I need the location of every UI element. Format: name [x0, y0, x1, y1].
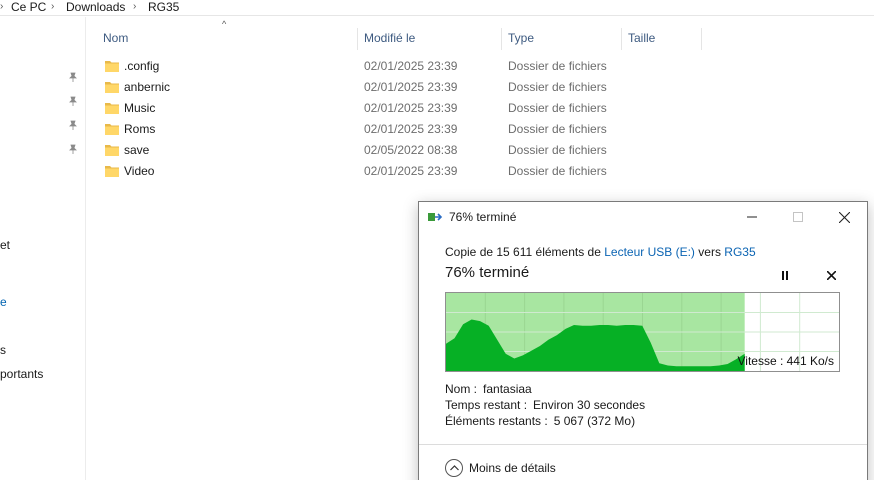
file-row[interactable]: anbernic 02/01/2025 23:39 Dossier de fichi…: [100, 77, 620, 98]
pin-icon[interactable]: [68, 96, 78, 106]
file-row[interactable]: Music 02/01/2025 23:39 Dossier de fichiers: [100, 98, 620, 119]
less-details-label: Moins de détails: [469, 461, 556, 475]
close-icon: [838, 211, 850, 223]
file-name: Roms: [124, 122, 156, 136]
pin-icon[interactable]: [68, 72, 78, 82]
breadcrumb-separator: ›: [133, 1, 137, 12]
breadcrumb-item-rg35[interactable]: RG35: [148, 0, 179, 14]
file-name: anbernic: [124, 80, 171, 94]
file-type: Dossier de fichiers: [508, 59, 607, 73]
column-header-name[interactable]: Nom: [97, 28, 358, 50]
current-item-row: Nom : fantasiaa: [445, 382, 532, 396]
nav-item[interactable]: s: [0, 343, 6, 357]
item-name-value: fantasiaa: [483, 382, 532, 396]
file-name: Video: [124, 164, 155, 178]
less-details-button[interactable]: Moins de détails: [445, 457, 556, 479]
time-remaining-value: Environ 30 secondes: [533, 398, 646, 412]
cancel-icon: [826, 270, 836, 280]
file-name: save: [124, 143, 150, 157]
file-modified: 02/01/2025 23:39: [364, 80, 458, 94]
minimize-button[interactable]: [729, 202, 775, 232]
column-header-modified[interactable]: Modifié le: [358, 28, 502, 50]
progress-heading: 76% terminé: [445, 264, 530, 281]
nav-item[interactable]: et: [0, 238, 10, 252]
dialog-footer: Moins de détails: [419, 444, 867, 480]
destination-link[interactable]: RG35: [724, 245, 755, 259]
pin-icon[interactable]: [68, 144, 78, 154]
file-type: Dossier de fichiers: [508, 143, 607, 157]
minimize-icon: [747, 216, 757, 218]
folder-icon: [105, 145, 119, 156]
file-type: Dossier de fichiers: [508, 80, 607, 94]
file-row[interactable]: Video 02/01/2025 23:39 Dossier de fichiers: [100, 161, 620, 182]
file-row[interactable]: Roms 02/01/2025 23:39 Dossier de fichiers: [100, 119, 620, 140]
time-remaining-label: Temps restant :: [445, 398, 528, 412]
folder-icon: [105, 124, 119, 135]
folder-icon: [105, 82, 119, 93]
breadcrumb-item-this-pc[interactable]: Ce PC: [11, 0, 46, 14]
file-row[interactable]: .config 02/01/2025 23:39 Dossier de fichie…: [100, 56, 620, 77]
file-modified: 02/05/2022 08:38: [364, 143, 458, 157]
items-remaining-value: 5 067 (372 Mo): [553, 414, 636, 428]
time-remaining-row: Temps restant : Environ 30 secondes: [445, 398, 645, 412]
copy-summary: Copie de 15 611 éléments de Lecteur USB …: [445, 245, 756, 259]
column-header-size[interactable]: Taille: [622, 28, 702, 50]
copy-summary-mid: vers: [698, 245, 721, 259]
nav-item[interactable]: portants: [0, 367, 43, 381]
maximize-button: [775, 202, 821, 232]
file-name: .config: [124, 59, 160, 73]
copy-transfer-icon: [428, 213, 443, 221]
file-modified: 02/01/2025 23:39: [364, 59, 458, 73]
file-type: Dossier de fichiers: [508, 164, 607, 178]
file-type: Dossier de fichiers: [508, 122, 607, 136]
breadcrumb-separator: ›: [51, 1, 55, 12]
speed-label: Vitesse : 441 Ko/s: [737, 354, 834, 368]
folder-icon: [105, 103, 119, 114]
file-name: Music: [124, 101, 156, 115]
cancel-copy-button[interactable]: [821, 265, 841, 285]
file-modified: 02/01/2025 23:39: [364, 122, 458, 136]
file-type: Dossier de fichiers: [508, 101, 607, 115]
close-button[interactable]: [821, 202, 867, 232]
file-modified: 02/01/2025 23:39: [364, 101, 458, 115]
breadcrumb-item-downloads[interactable]: Downloads: [66, 0, 125, 14]
navigation-pane[interactable]: et e s portants: [0, 17, 86, 480]
folder-icon: [105, 61, 119, 72]
breadcrumb-separator: ›: [0, 1, 4, 12]
dialog-title-bar[interactable]: 76% terminé: [419, 202, 867, 232]
file-row[interactable]: save 02/05/2022 08:38 Dossier de fichiers: [100, 140, 620, 161]
copy-progress-dialog: 76% terminé Copie de 15 611 éléments de …: [418, 201, 868, 480]
dialog-title: 76% terminé: [449, 210, 517, 224]
source-link[interactable]: Lecteur USB (E:): [604, 245, 695, 259]
chevron-up-icon: [445, 459, 463, 477]
pin-icon[interactable]: [68, 120, 78, 130]
copy-summary-prefix: Copie de 15 611 éléments de: [445, 245, 601, 259]
column-header-type[interactable]: Type: [502, 28, 622, 50]
items-remaining-label: Éléments restants :: [445, 414, 548, 428]
pause-icon: [782, 270, 788, 280]
item-name-label: Nom :: [445, 382, 478, 396]
maximize-icon: [793, 212, 803, 222]
nav-item-selected[interactable]: e: [0, 295, 7, 309]
file-modified: 02/01/2025 23:39: [364, 164, 458, 178]
breadcrumb: › Ce PC › Downloads › RG35: [0, 0, 874, 16]
items-remaining-row: Éléments restants : 5 067 (372 Mo): [445, 414, 635, 428]
pause-button[interactable]: [775, 265, 795, 285]
transfer-speed-graph: Vitesse : 441 Ko/s: [445, 292, 840, 372]
folder-icon: [105, 166, 119, 177]
